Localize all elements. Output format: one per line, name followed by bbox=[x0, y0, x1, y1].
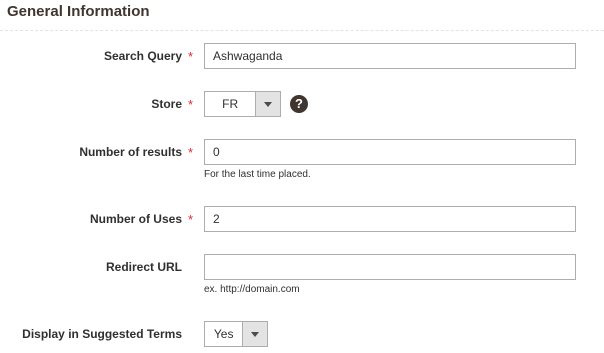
number-of-results-input[interactable] bbox=[204, 139, 576, 165]
number-of-results-note: For the last time placed. bbox=[204, 169, 311, 180]
required-indicator: * bbox=[188, 97, 194, 112]
redirect-url-note: ex. http://domain.com bbox=[204, 284, 300, 295]
display-in-suggested-terms-label: Display in Suggested Terms bbox=[22, 327, 182, 341]
store-select[interactable]: FR bbox=[204, 91, 281, 117]
store-label: Store bbox=[151, 97, 182, 111]
chevron-down-icon[interactable] bbox=[242, 322, 267, 346]
display-in-suggested-terms-select[interactable]: Yes bbox=[204, 321, 268, 347]
number-of-uses-label: Number of Uses bbox=[89, 212, 182, 226]
number-of-results-label: Number of results bbox=[79, 145, 182, 159]
required-indicator: * bbox=[188, 49, 194, 64]
required-indicator: * bbox=[188, 212, 194, 227]
store-select-value: FR bbox=[222, 97, 239, 111]
required-indicator: * bbox=[188, 145, 194, 160]
section-divider bbox=[0, 30, 604, 31]
redirect-url-input[interactable] bbox=[204, 254, 576, 280]
help-icon[interactable]: ? bbox=[290, 95, 308, 113]
search-query-label: Search Query bbox=[103, 49, 182, 63]
chevron-down-icon[interactable] bbox=[255, 92, 280, 116]
section-title: General Information bbox=[7, 3, 150, 20]
display-in-suggested-terms-value: Yes bbox=[213, 327, 234, 341]
search-query-input[interactable] bbox=[204, 43, 576, 69]
number-of-uses-input[interactable] bbox=[204, 206, 576, 232]
redirect-url-label: Redirect URL bbox=[105, 260, 182, 274]
